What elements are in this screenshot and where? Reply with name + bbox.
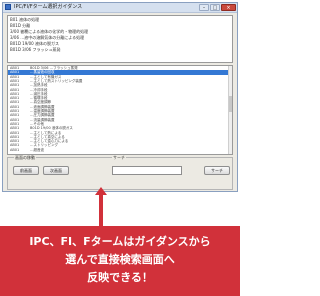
row-code: AB01 [10, 104, 20, 109]
next-screen-button[interactable]: 次画面 [43, 166, 69, 175]
list-row[interactable]: AB01 B01D 19/00 液体の脱ガス [8, 126, 228, 130]
list-row[interactable]: AB01 …超音波 [8, 148, 228, 152]
banner-line-2: 選んで直接検索画面へ [65, 253, 175, 266]
list-row[interactable]: AB01 …加熱手段 [8, 83, 228, 87]
list-row[interactable]: AB01 …減圧手段 [8, 92, 228, 96]
list-row[interactable]: AB01 B01D 3/06 …フラッシュ蒸発 [8, 66, 228, 70]
list-row[interactable]: AB01 …主として遠心力による [8, 139, 228, 143]
row-code: AB01 [10, 66, 20, 70]
list-row[interactable]: AB01 …冷却手段 [8, 88, 228, 92]
row-code: AB01 [10, 147, 20, 152]
row-code: AB01 [10, 70, 20, 75]
row-text: …主として有機ガス [30, 74, 62, 79]
list-row[interactable]: AB01 …液面調節装置 [8, 105, 228, 109]
classification-list[interactable]: AB01 …超音波 AB01 …ストリッピング AB01 …主として遠心力による AB01 …… [7, 65, 233, 155]
row-code: AB01 [10, 74, 20, 79]
list-scrollbar[interactable] [228, 66, 232, 154]
row-text: …主として熱による [30, 130, 62, 135]
row-text: …ストリッピング [30, 143, 58, 148]
row-code: AB01 [10, 91, 20, 96]
list-row[interactable]: AB01 …ストリッピング [8, 143, 228, 147]
row-code: AB01 [10, 139, 20, 144]
row-text: …超音波 [30, 147, 44, 152]
guidance-window: IPC/FI/Fターム選択ガイダンス – □ × B01 液体の処理 B01D … [2, 2, 238, 192]
search-button[interactable]: サーチ [204, 166, 230, 175]
row-text: …液面調節装置 [30, 104, 55, 109]
row-code: AB01 [10, 121, 20, 126]
list-row[interactable]: AB01 …蒸留液の回収 [8, 70, 228, 75]
header-line: B01D 3/06 フラッシュ蒸発 [10, 47, 61, 52]
row-text: …主として熱ストリッピング装置 [30, 78, 83, 83]
row-text: …流量調節装置 [30, 117, 55, 122]
banner-line-3: 反映できる！ [87, 271, 153, 284]
row-text: …減圧手段 [30, 91, 48, 96]
list-row[interactable]: AB01 …主として熱による [8, 131, 228, 135]
navigation-group: 画面の移動 サーチ 前画面 次画面 サーチ [7, 155, 233, 190]
row-text: …真空度調節 [30, 100, 51, 105]
row-text: …冷却手段 [30, 87, 48, 92]
title-bar[interactable]: IPC/FI/Fターム選択ガイダンス – □ × [3, 3, 237, 13]
row-code: AB01 [10, 100, 20, 105]
row-code: AB01 [10, 109, 20, 113]
search-input[interactable] [112, 166, 182, 175]
navigation-group-label: 画面の移動 [14, 155, 36, 160]
arrow-shaft [99, 191, 103, 226]
promo-banner: IPC、FI、Fタームはガイダンスから 選んで直接検索画面へ 反映できる！ [0, 226, 240, 296]
header-line: B01D 分離 [10, 23, 31, 28]
row-code: AB01 [10, 130, 20, 135]
row-code: AB01 [10, 134, 20, 139]
classification-header: B01 液体の処理 B01D 分離 3/00 被覆による液体の化学的・物理的処理… [7, 15, 233, 63]
row-code: AB01 [10, 78, 20, 83]
list-row[interactable]: AB01 …主として真空による [8, 135, 228, 139]
list-row[interactable]: AB01 …流量調節装置 [8, 118, 228, 122]
header-line: 3/06 …液中の溶解気体の分離による処理 [10, 35, 85, 40]
row-text: …主として遠心力による [30, 139, 69, 144]
list-row[interactable]: AB01 …真空度調節 [8, 100, 228, 104]
banner-line-1: IPC、FI、Fタームはガイダンスから [29, 235, 211, 248]
row-text: …その他 [30, 121, 44, 126]
list-row[interactable]: AB01 …その他 [8, 122, 228, 126]
row-text: …温度調節装置 [30, 109, 55, 113]
close-button[interactable]: × [221, 4, 236, 11]
maximize-button[interactable]: □ [210, 4, 220, 11]
list-row[interactable]: AB01 …温度調節装置 [8, 109, 228, 113]
app-icon [5, 4, 11, 10]
window-title: IPC/FI/Fターム選択ガイダンス [14, 4, 83, 10]
list-row[interactable]: AB01 …主として有機ガス [8, 75, 228, 79]
scrollbar-thumb[interactable] [229, 96, 232, 112]
header-line: 3/00 被覆による液体の化学的・物理的処理 [10, 29, 89, 34]
list-row[interactable]: AB01 …循環手段 [8, 96, 228, 100]
row-code: AB01 [10, 83, 20, 88]
row-code: AB01 [10, 143, 20, 148]
row-text: B01D 19/00 液体の脱ガス [30, 126, 73, 131]
row-text: …加熱手段 [30, 83, 48, 88]
list-row[interactable]: AB01 …主として熱ストリッピング装置 [8, 79, 228, 83]
list-row[interactable]: AB01 …圧力調節装置 [8, 113, 228, 117]
header-line: B01 液体の処理 [10, 17, 40, 22]
row-text: …蒸留液の回収 [30, 70, 55, 75]
row-text: …圧力調節装置 [30, 113, 55, 118]
row-code: AB01 [10, 113, 20, 118]
minimize-button[interactable]: – [199, 4, 209, 11]
row-code: AB01 [10, 126, 20, 131]
row-code: AB01 [10, 96, 20, 101]
header-line: B01D 19/00 液体の脱ガス [10, 41, 59, 46]
row-text: …主として真空による [30, 134, 65, 139]
row-text: B01D 3/06 …フラッシュ蒸発 [30, 66, 78, 70]
row-code: AB01 [10, 117, 20, 122]
row-code: AB01 [10, 87, 20, 92]
row-text: …循環手段 [30, 96, 48, 101]
search-label: サーチ [112, 155, 126, 160]
prev-screen-button[interactable]: 前画面 [13, 166, 39, 175]
